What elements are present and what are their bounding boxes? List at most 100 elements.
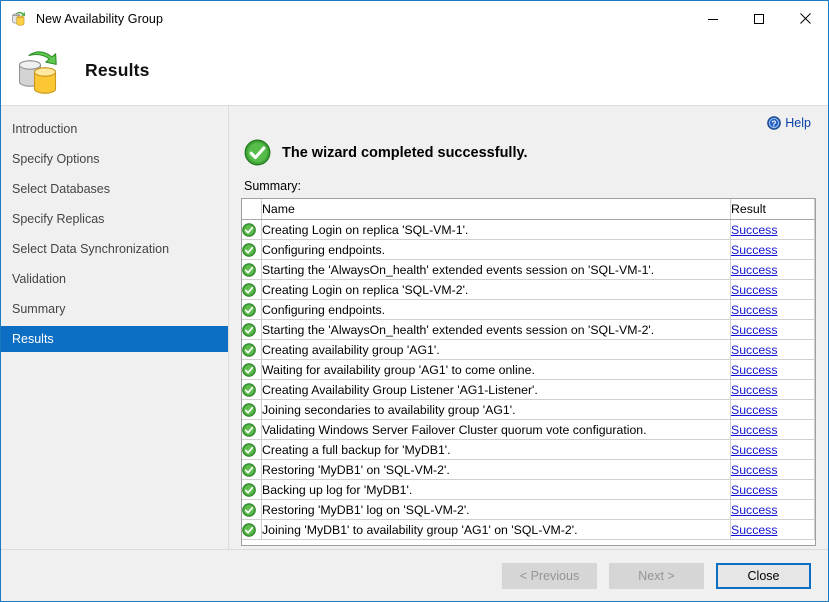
empty-cell	[731, 540, 815, 541]
result-link[interactable]: Success	[731, 523, 777, 537]
row-result[interactable]: Success	[731, 300, 815, 320]
table-row[interactable]: Waiting for availability group 'AG1' to …	[242, 360, 815, 380]
row-name: Restoring 'MyDB1' log on 'SQL-VM-2'.	[262, 500, 731, 520]
wizard-window: New Availability Group	[0, 0, 829, 602]
result-link[interactable]: Success	[731, 403, 777, 417]
help-label: Help	[785, 116, 811, 130]
result-link[interactable]: Success	[731, 483, 777, 497]
table-row[interactable]: Joining secondaries to availability grou…	[242, 400, 815, 420]
sidebar-item-select-databases[interactable]: Select Databases	[1, 176, 228, 202]
table-row[interactable]: Validating Windows Server Failover Clust…	[242, 420, 815, 440]
row-name: Backing up log for 'MyDB1'.	[262, 480, 731, 500]
success-check-icon	[242, 523, 256, 537]
table-row[interactable]: Restoring 'MyDB1' log on 'SQL-VM-2'. Suc…	[242, 500, 815, 520]
row-result[interactable]: Success	[731, 500, 815, 520]
summary-label: Summary:	[241, 179, 816, 193]
table-row[interactable]: Creating Login on replica 'SQL-VM-2'. Su…	[242, 280, 815, 300]
window-controls	[690, 1, 828, 36]
table-row[interactable]: Starting the 'AlwaysOn_health' extended …	[242, 320, 815, 340]
success-check-icon	[242, 423, 256, 437]
previous-button[interactable]: < Previous	[502, 563, 597, 589]
results-grid-container[interactable]: Name Result	[241, 198, 816, 546]
result-link[interactable]: Success	[731, 323, 777, 337]
row-result[interactable]: Success	[731, 460, 815, 480]
table-row[interactable]: Configuring endpoints. Success	[242, 240, 815, 260]
help-link[interactable]: ? Help	[767, 116, 811, 130]
result-link[interactable]: Success	[731, 343, 777, 357]
table-row[interactable]: Backing up log for 'MyDB1'. Success	[242, 480, 815, 500]
success-check-icon	[242, 403, 256, 417]
sidebar-item-summary[interactable]: Summary	[1, 296, 228, 322]
row-result[interactable]: Success	[731, 340, 815, 360]
sidebar-item-results[interactable]: Results	[1, 326, 228, 352]
row-status-icon-cell	[242, 420, 262, 440]
result-link[interactable]: Success	[731, 363, 777, 377]
svg-text:?: ?	[772, 119, 777, 128]
sidebar-item-label: Select Databases	[12, 182, 110, 196]
row-result[interactable]: Success	[731, 520, 815, 540]
result-link[interactable]: Success	[731, 263, 777, 277]
row-result[interactable]: Success	[731, 440, 815, 460]
maximize-icon[interactable]	[736, 1, 782, 36]
row-result[interactable]: Success	[731, 320, 815, 340]
row-status-icon-cell	[242, 240, 262, 260]
row-result[interactable]: Success	[731, 280, 815, 300]
row-name: Waiting for availability group 'AG1' to …	[262, 360, 731, 380]
row-name: Joining 'MyDB1' to availability group 'A…	[262, 520, 731, 540]
row-result[interactable]: Success	[731, 380, 815, 400]
row-name: Creating Login on replica 'SQL-VM-1'.	[262, 220, 731, 240]
result-link[interactable]: Success	[731, 223, 777, 237]
row-result[interactable]: Success	[731, 480, 815, 500]
close-button[interactable]: Close	[716, 563, 811, 589]
availability-group-large-icon	[11, 43, 69, 99]
sidebar-item-specify-replicas[interactable]: Specify Replicas	[1, 206, 228, 232]
row-name: Creating a full backup for 'MyDB1'.	[262, 440, 731, 460]
result-link[interactable]: Success	[731, 303, 777, 317]
row-result[interactable]: Success	[731, 420, 815, 440]
sidebar-item-validation[interactable]: Validation	[1, 266, 228, 292]
result-link[interactable]: Success	[731, 503, 777, 517]
row-status-icon-cell	[242, 440, 262, 460]
column-header-name[interactable]: Name	[262, 199, 731, 220]
row-name: Configuring endpoints.	[262, 240, 731, 260]
help-row: ? Help	[241, 106, 816, 134]
row-status-icon-cell	[242, 400, 262, 420]
close-icon[interactable]	[782, 1, 828, 36]
empty-cell	[242, 540, 262, 541]
result-link[interactable]: Success	[731, 283, 777, 297]
row-name: Starting the 'AlwaysOn_health' extended …	[262, 320, 731, 340]
next-button[interactable]: Next >	[609, 563, 704, 589]
row-result[interactable]: Success	[731, 260, 815, 280]
success-check-icon	[244, 139, 271, 166]
table-row[interactable]: Starting the 'AlwaysOn_health' extended …	[242, 260, 815, 280]
table-row[interactable]: Creating a full backup for 'MyDB1'. Succ…	[242, 440, 815, 460]
row-result[interactable]: Success	[731, 220, 815, 240]
result-link[interactable]: Success	[731, 423, 777, 437]
row-result[interactable]: Success	[731, 360, 815, 380]
result-link[interactable]: Success	[731, 443, 777, 457]
table-row[interactable]: Joining 'MyDB1' to availability group 'A…	[242, 520, 815, 540]
result-link[interactable]: Success	[731, 463, 777, 477]
success-check-icon	[242, 243, 256, 257]
row-result[interactable]: Success	[731, 400, 815, 420]
sidebar-item-label: Summary	[12, 302, 65, 316]
sidebar-item-introduction[interactable]: Introduction	[1, 116, 228, 142]
column-header-icon[interactable]	[242, 199, 262, 220]
sidebar-item-select-data-synchronization[interactable]: Select Data Synchronization	[1, 236, 228, 262]
sidebar-item-label: Select Data Synchronization	[12, 242, 169, 256]
table-row[interactable]: Restoring 'MyDB1' on 'SQL-VM-2'. Success	[242, 460, 815, 480]
table-row[interactable]: Creating availability group 'AG1'. Succe…	[242, 340, 815, 360]
table-row[interactable]: Configuring endpoints. Success	[242, 300, 815, 320]
column-header-result[interactable]: Result	[731, 199, 815, 220]
body: Introduction Specify Options Select Data…	[1, 106, 828, 601]
table-row[interactable]: Creating Login on replica 'SQL-VM-1'. Su…	[242, 220, 815, 240]
success-check-icon	[242, 363, 256, 377]
title-bar: New Availability Group	[1, 1, 828, 36]
row-result[interactable]: Success	[731, 240, 815, 260]
table-row[interactable]: Creating Availability Group Listener 'AG…	[242, 380, 815, 400]
result-link[interactable]: Success	[731, 383, 777, 397]
result-link[interactable]: Success	[731, 243, 777, 257]
minimize-icon[interactable]	[690, 1, 736, 36]
sidebar-item-specify-options[interactable]: Specify Options	[1, 146, 228, 172]
sidebar-item-label: Validation	[12, 272, 66, 286]
